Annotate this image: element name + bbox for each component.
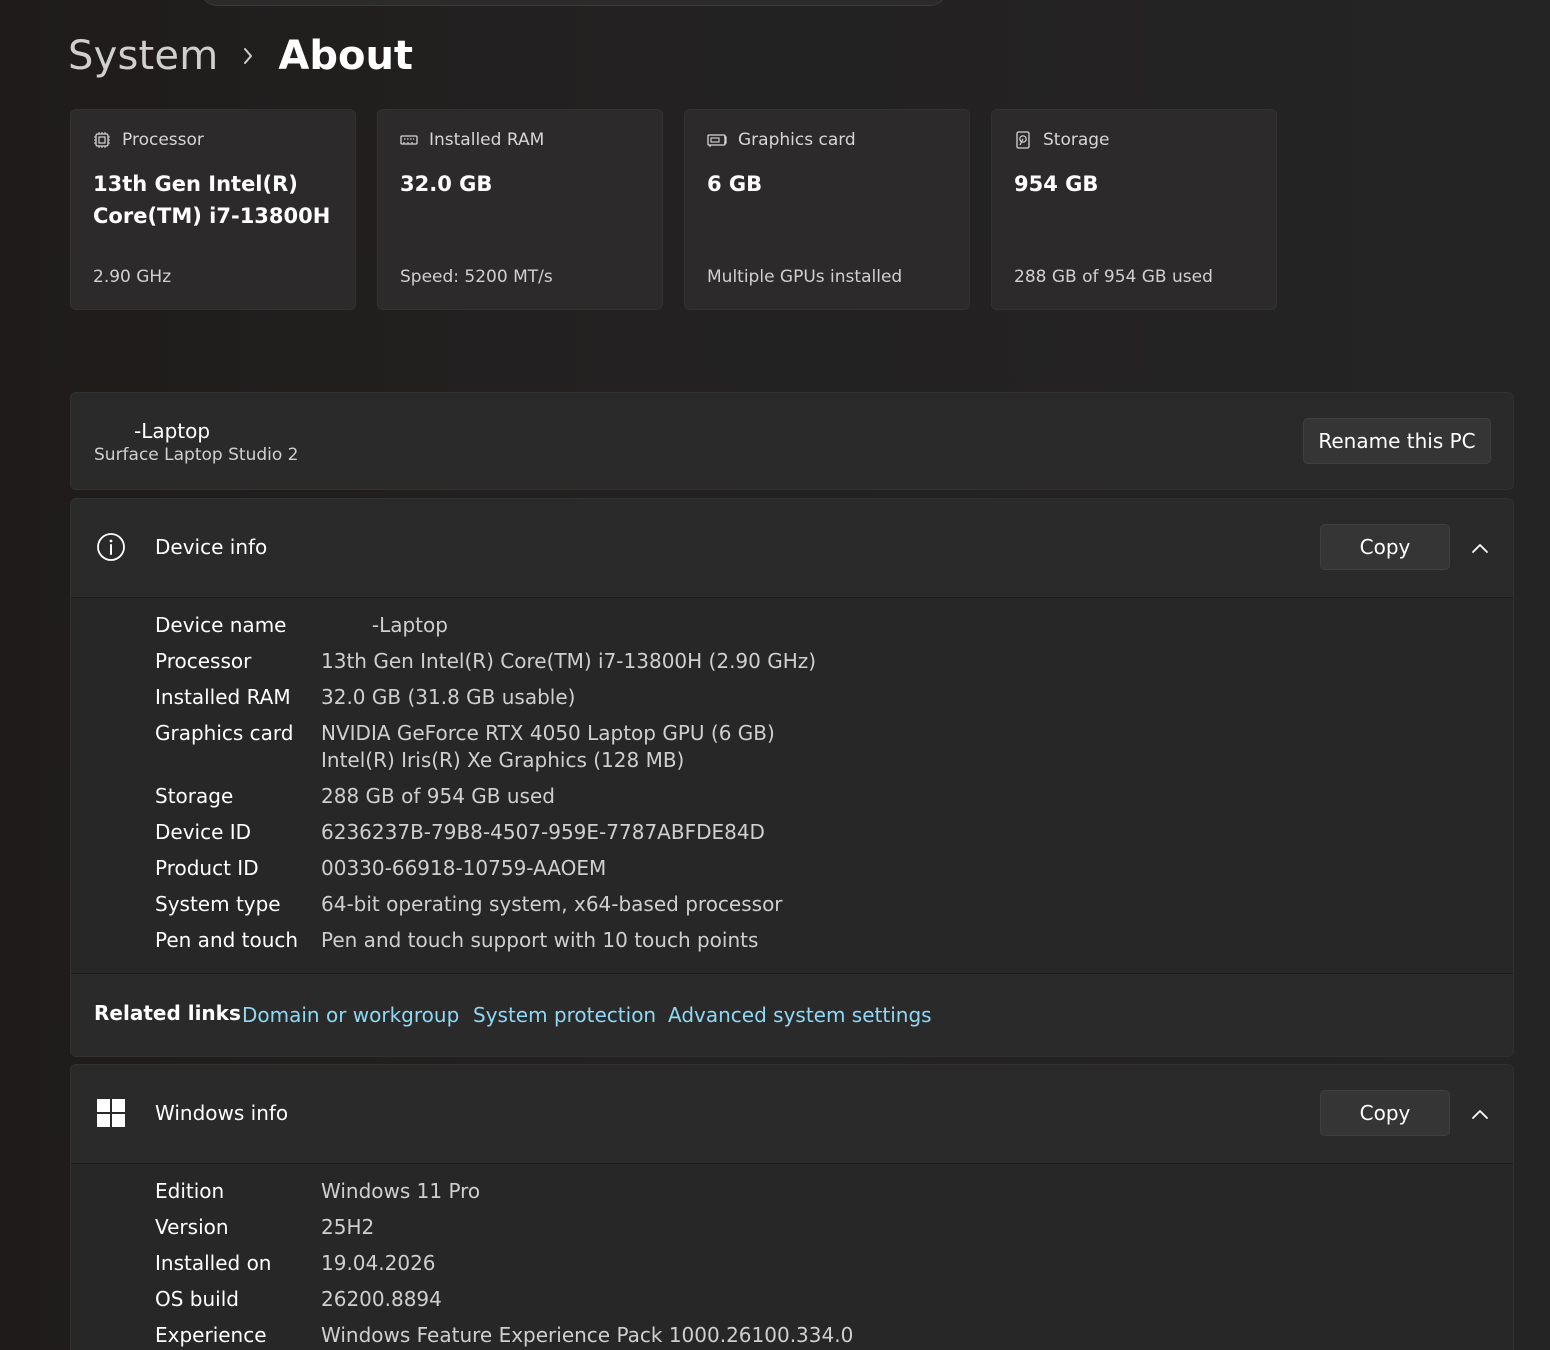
windows-info-rows: Edition Windows 11 Pro Version 25H2 Instal… xyxy=(71,1164,1513,1350)
spec-cards: Processor 13th Gen Intel(R) Core(TM) i7-… xyxy=(70,109,1277,310)
info-value: 00330-66918-10759-AAOEM xyxy=(321,856,607,880)
info-label: Product ID xyxy=(155,856,259,880)
spec-card-storage: Storage 954 GB 288 GB of 954 GB used xyxy=(991,109,1277,310)
info-row-processor: Processor 13th Gen Intel(R) Core(TM) i7-1… xyxy=(155,648,1513,684)
device-info-title: Device info xyxy=(155,535,268,559)
info-row-installed-on: Installed on 19.04.2026 xyxy=(155,1250,1513,1286)
info-value: NVIDIA GeForce RTX 4050 Laptop GPU (6 GB… xyxy=(321,721,775,772)
device-info-section: Device info Copy Device name -Laptop Pro… xyxy=(70,498,1514,1057)
spec-card-title: Processor xyxy=(122,130,204,150)
spec-card-value: 6 GB xyxy=(707,172,763,196)
spec-card-value: 954 GB xyxy=(1014,172,1099,196)
info-value: -Laptop xyxy=(321,613,448,637)
info-label: Device ID xyxy=(155,820,252,844)
info-row-system-type: System type 64-bit operating system, x64-… xyxy=(155,891,1513,927)
info-row-experience: Experience Windows Feature Experience Pac… xyxy=(155,1322,1513,1350)
info-row-graphics: Graphics card NVIDIA GeForce RTX 4050 Lap… xyxy=(155,720,1513,783)
pc-model: Surface Laptop Studio 2 xyxy=(94,445,299,465)
breadcrumb-system[interactable]: System xyxy=(68,33,218,79)
link-advanced-system-settings[interactable]: Advanced system settings xyxy=(668,1003,932,1027)
ram-icon xyxy=(400,131,418,149)
chevron-right-icon xyxy=(218,46,278,66)
info-label: Processor xyxy=(155,649,252,673)
graphics-card-icon xyxy=(707,131,727,149)
info-row-edition: Edition Windows 11 Pro xyxy=(155,1178,1513,1214)
info-label: OS build xyxy=(155,1287,239,1311)
info-value: 64-bit operating system, x64-based proce… xyxy=(321,892,783,916)
windows-info-section: Windows info Copy Edition Windows 11 Pro … xyxy=(70,1064,1514,1350)
info-row-pen-touch: Pen and touch Pen and touch support with … xyxy=(155,927,1513,963)
link-system-protection[interactable]: System protection xyxy=(473,1003,656,1027)
spec-card-ram: Installed RAM 32.0 GB Speed: 5200 MT/s xyxy=(377,109,663,310)
info-value: 288 GB of 954 GB used xyxy=(321,784,555,808)
info-row-device-name: Device name -Laptop xyxy=(155,612,1513,648)
spec-card-subtext: 288 GB of 954 GB used xyxy=(1014,267,1213,287)
copy-device-info-button[interactable]: Copy xyxy=(1320,524,1450,570)
info-label: Device name xyxy=(155,613,287,637)
processor-icon xyxy=(93,131,111,149)
spec-card-value: 32.0 GB xyxy=(400,172,493,196)
spec-card-graphics: Graphics card 6 GB Multiple GPUs install… xyxy=(684,109,970,310)
related-links-label: Related links xyxy=(94,1001,241,1025)
spec-card-processor: Processor 13th Gen Intel(R) Core(TM) i7-… xyxy=(70,109,356,310)
info-row-os-build: OS build 26200.8894 xyxy=(155,1286,1513,1322)
breadcrumb: System About xyxy=(68,28,413,84)
info-value: Pen and touch support with 10 touch poin… xyxy=(321,928,759,952)
info-row-ram: Installed RAM 32.0 GB (31.8 GB usable) xyxy=(155,684,1513,720)
device-info-rows: Device name -Laptop Processor 13th Gen In… xyxy=(71,598,1513,973)
chevron-up-icon[interactable] xyxy=(1466,536,1494,560)
search-bar[interactable] xyxy=(200,0,947,6)
info-value: 13th Gen Intel(R) Core(TM) i7-13800H (2.… xyxy=(321,649,817,673)
info-value: 26200.8894 xyxy=(321,1287,442,1311)
related-links: Related links Domain or workgroup System… xyxy=(71,973,1513,1056)
info-value: Windows 11 Pro xyxy=(321,1179,481,1203)
spec-card-title: Installed RAM xyxy=(429,130,545,150)
info-label: Version xyxy=(155,1215,229,1239)
storage-icon xyxy=(1014,131,1032,149)
spec-card-title: Storage xyxy=(1043,130,1110,150)
info-icon xyxy=(95,531,127,563)
info-row-version: Version 25H2 xyxy=(155,1214,1513,1250)
windows-logo-icon xyxy=(95,1097,127,1129)
pc-name-panel: -Laptop Surface Laptop Studio 2 Rename t… xyxy=(70,392,1514,490)
info-label: Edition xyxy=(155,1179,225,1203)
info-row-product-id: Product ID 00330-66918-10759-AAOEM xyxy=(155,855,1513,891)
info-label: Storage xyxy=(155,784,234,808)
page-title: About xyxy=(278,33,414,79)
info-label: Experience xyxy=(155,1323,267,1347)
info-label: Installed RAM xyxy=(155,685,291,709)
info-label: System type xyxy=(155,892,281,916)
spec-card-subtext: 2.90 GHz xyxy=(93,267,172,287)
spec-card-subtext: Speed: 5200 MT/s xyxy=(400,267,553,287)
info-label: Pen and touch xyxy=(155,928,299,952)
info-value: 32.0 GB (31.8 GB usable) xyxy=(321,685,576,709)
link-domain-workgroup[interactable]: Domain or workgroup xyxy=(242,1003,459,1027)
spec-card-value: 13th Gen Intel(R) Core(TM) i7-13800H xyxy=(93,172,331,228)
info-label: Installed on xyxy=(155,1251,272,1275)
spec-card-title: Graphics card xyxy=(738,130,856,150)
windows-info-title: Windows info xyxy=(155,1101,289,1125)
info-row-storage: Storage 288 GB of 954 GB used xyxy=(155,783,1513,819)
pc-name: -Laptop xyxy=(134,419,211,443)
rename-pc-button[interactable]: Rename this PC xyxy=(1303,418,1491,464)
spec-card-subtext: Multiple GPUs installed xyxy=(707,267,903,287)
info-value: 25H2 xyxy=(321,1215,375,1239)
chevron-up-icon[interactable] xyxy=(1466,1102,1494,1126)
info-label: Graphics card xyxy=(155,721,294,745)
info-value: Windows Feature Experience Pack 1000.261… xyxy=(321,1323,854,1347)
info-value: 19.04.2026 xyxy=(321,1251,436,1275)
copy-windows-info-button[interactable]: Copy xyxy=(1320,1090,1450,1136)
windows-info-header[interactable]: Windows info Copy xyxy=(71,1065,1513,1164)
info-row-device-id: Device ID 6236237B-79B8-4507-959E-7787ABF… xyxy=(155,819,1513,855)
device-info-header[interactable]: Device info Copy xyxy=(71,499,1513,598)
info-value: 6236237B-79B8-4507-959E-7787ABFDE84D xyxy=(321,820,765,844)
